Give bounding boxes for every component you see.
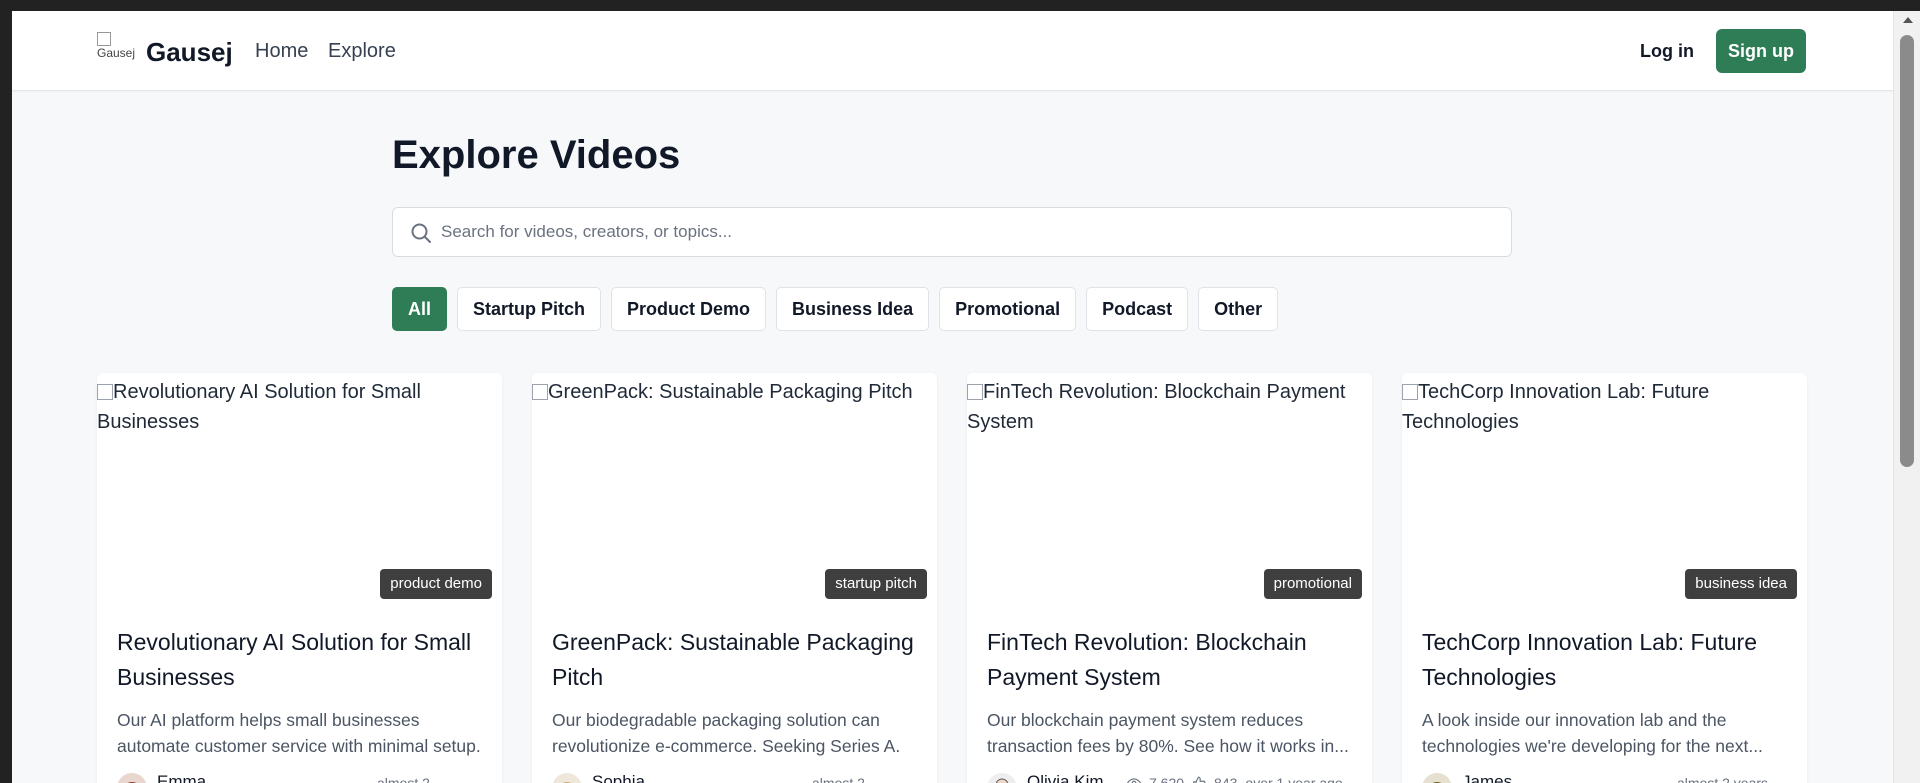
video-card[interactable]: GreenPack: Sustainable Packaging Pitch s… xyxy=(532,373,937,783)
search-box[interactable] xyxy=(392,207,1512,257)
upload-time: almost 2 xyxy=(377,775,430,783)
nav-home-link[interactable]: Home xyxy=(255,40,308,63)
thumbnail-alt-label: GreenPack: Sustainable Packaging Pitch xyxy=(548,381,913,403)
broken-image-icon xyxy=(967,384,983,400)
author-name[interactable]: Sophia xyxy=(592,772,645,783)
thumbnail-alt-label: FinTech Revolution: Blockchain Payment S… xyxy=(967,381,1346,433)
search-input[interactable] xyxy=(441,208,1501,256)
category-badge: product demo xyxy=(380,569,492,599)
category-badge: business idea xyxy=(1685,569,1797,599)
login-button[interactable]: Log in xyxy=(1637,38,1697,64)
video-title[interactable]: Revolutionary AI Solution for Small Busi… xyxy=(117,625,487,695)
video-title[interactable]: FinTech Revolution: Blockchain Payment S… xyxy=(987,625,1357,695)
video-card[interactable]: Revolutionary AI Solution for Small Busi… xyxy=(97,373,502,783)
video-card[interactable]: FinTech Revolution: Blockchain Payment S… xyxy=(967,373,1372,783)
video-thumbnail[interactable]: TechCorp Innovation Lab: Future Technolo… xyxy=(1402,373,1807,605)
filter-other[interactable]: Other xyxy=(1198,287,1279,331)
category-filters: All Startup Pitch Product Demo Business … xyxy=(392,287,1279,331)
category-badge: promotional xyxy=(1263,569,1362,599)
page-title: Explore Videos xyxy=(392,133,681,177)
video-meta: Sophia almost 2 xyxy=(552,769,922,783)
scrollbar-thumb[interactable] xyxy=(1900,35,1914,467)
video-title[interactable]: GreenPack: Sustainable Packaging Pitch xyxy=(552,625,922,695)
video-meta: Emma almost 2 xyxy=(117,769,487,783)
filter-startup-pitch[interactable]: Startup Pitch xyxy=(457,287,602,331)
video-card[interactable]: TechCorp Innovation Lab: Future Technolo… xyxy=(1402,373,1807,783)
video-stats: almost 2 xyxy=(812,775,865,783)
avatar[interactable] xyxy=(1422,773,1452,783)
eye-icon xyxy=(1127,778,1141,783)
video-meta: Olivia Kim 7,620 843 over 1 year ago xyxy=(987,769,1357,783)
video-thumbnail[interactable]: GreenPack: Sustainable Packaging Pitch s… xyxy=(532,373,937,605)
vertical-scrollbar[interactable] xyxy=(1893,11,1920,783)
video-stats: almost 2 years xyxy=(1677,775,1768,783)
avatar[interactable] xyxy=(552,773,582,783)
signup-button[interactable]: Sign up xyxy=(1716,29,1806,73)
video-thumbnail[interactable]: Revolutionary AI Solution for Small Busi… xyxy=(97,373,502,605)
video-description: Our biodegradable packaging solution can… xyxy=(552,710,901,756)
video-grid: Revolutionary AI Solution for Small Busi… xyxy=(97,373,1807,783)
author-name[interactable]: Emma xyxy=(157,772,206,783)
search-icon xyxy=(411,223,431,243)
thumbnail-alt-label: TechCorp Innovation Lab: Future Technolo… xyxy=(1402,381,1710,433)
filter-podcast[interactable]: Podcast xyxy=(1086,287,1189,331)
broken-image-icon xyxy=(1402,384,1418,400)
view-count: 7,620 xyxy=(1149,775,1185,783)
filter-business-idea[interactable]: Business Idea xyxy=(776,287,930,331)
video-meta: James almost 2 years xyxy=(1422,769,1792,783)
thumbnail-alt-text: TechCorp Innovation Lab: Future Technolo… xyxy=(1402,377,1807,437)
filter-promotional[interactable]: Promotional xyxy=(939,287,1077,331)
category-badge: startup pitch xyxy=(825,569,927,599)
broken-image-icon xyxy=(97,32,111,46)
filter-all[interactable]: All xyxy=(392,287,448,331)
author-name[interactable]: James xyxy=(1462,772,1512,783)
thumbnail-alt-text: Revolutionary AI Solution for Small Busi… xyxy=(97,377,502,437)
broken-image-icon xyxy=(532,384,548,400)
video-stats: almost 2 xyxy=(377,775,430,783)
avatar[interactable] xyxy=(117,773,147,783)
browser-viewport: Gausej Gausej Home Explore Log in Sign u… xyxy=(12,11,1893,783)
video-description: A look inside our innovation lab and the… xyxy=(1422,710,1763,756)
filter-product-demo[interactable]: Product Demo xyxy=(611,287,767,331)
video-thumbnail[interactable]: FinTech Revolution: Blockchain Payment S… xyxy=(967,373,1372,605)
thumbs-up-icon xyxy=(1193,776,1206,783)
broken-image-icon xyxy=(97,384,113,400)
video-title[interactable]: TechCorp Innovation Lab: Future Technolo… xyxy=(1422,625,1792,695)
brand-name[interactable]: Gausej xyxy=(146,37,233,68)
upload-time: almost 2 xyxy=(812,775,865,783)
thumbnail-alt-text: GreenPack: Sustainable Packaging Pitch xyxy=(532,377,937,407)
avatar[interactable] xyxy=(987,773,1017,783)
upload-time: almost 2 years xyxy=(1677,775,1769,783)
logo-alt-text: Gausej xyxy=(97,46,136,60)
logo-image[interactable]: Gausej xyxy=(97,32,137,72)
upload-time: over 1 year ago xyxy=(1245,775,1343,783)
nav-explore-link[interactable]: Explore xyxy=(328,40,396,63)
video-description: Our AI platform helps small businesses a… xyxy=(117,710,481,756)
video-description: Our blockchain payment system reduces tr… xyxy=(987,710,1349,756)
like-count: 843 xyxy=(1214,775,1238,783)
author-name[interactable]: Olivia Kim xyxy=(1027,772,1104,783)
video-stats: 7,620 843 over 1 year ago xyxy=(1127,775,1343,783)
thumbnail-alt-label: Revolutionary AI Solution for Small Busi… xyxy=(97,381,421,433)
thumbnail-alt-text: FinTech Revolution: Blockchain Payment S… xyxy=(967,377,1372,437)
site-header: Gausej Gausej Home Explore Log in Sign u… xyxy=(12,11,1893,91)
scroll-up-arrow-icon[interactable] xyxy=(1903,17,1913,23)
